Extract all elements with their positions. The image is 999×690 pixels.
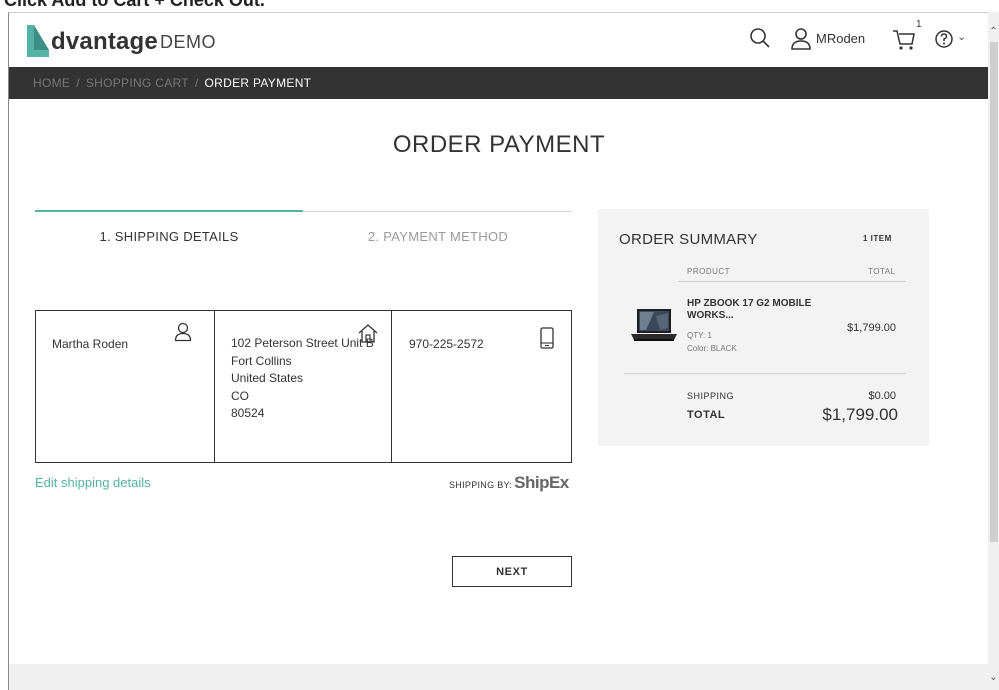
breadcrumb-separator: /	[194, 76, 199, 90]
shipping-cost-value: $0.00	[868, 390, 896, 402]
scrollbar-thumb[interactable]	[990, 42, 998, 542]
order-total-label: TOTAL	[687, 409, 726, 421]
shipping-name: Martha Roden	[52, 337, 129, 351]
site-header: dvantage DEMO MRoden 1 ⌄	[9, 13, 988, 67]
order-item-count: 1 ITEM	[863, 234, 892, 243]
column-header-total: TOTAL	[868, 267, 896, 276]
breadcrumb-shopping-cart[interactable]: SHOPPING CART	[86, 76, 189, 90]
vertical-scrollbar[interactable]: ⌃ ⌄	[988, 12, 999, 690]
scroll-down-icon[interactable]: ⌄	[988, 672, 999, 684]
shipping-phone: 970-225-2572	[409, 337, 484, 351]
breadcrumb-bar: HOME / SHOPPING CART / ORDER PAYMENT	[9, 67, 988, 99]
mobile-phone-icon	[540, 327, 554, 354]
order-summary: ORDER SUMMARY 1 ITEM PRODUCT TOTAL HP ZB…	[598, 209, 929, 446]
product-color: Color: BLACK	[687, 344, 737, 353]
chevron-down-icon[interactable]: ⌄	[957, 30, 966, 43]
user-icon	[174, 322, 192, 347]
shipping-cost-label: SHIPPING	[687, 391, 735, 401]
shipping-details-box: Martha Roden 102 Peterson Street Unit B …	[35, 310, 572, 463]
product-quantity: QTY: 1	[687, 331, 712, 340]
breadcrumb-current: ORDER PAYMENT	[204, 76, 312, 90]
steps-active-indicator	[35, 210, 303, 212]
screenshot-frame: Click Add to Cart + Check Out. dvantage …	[0, 0, 999, 690]
home-icon	[357, 322, 379, 349]
shipping-carrier: SHIPPING BY: ShipEx	[449, 473, 569, 493]
shipping-name-cell: Martha Roden	[36, 311, 215, 462]
breadcrumb-separator: /	[76, 76, 80, 90]
page-title: ORDER PAYMENT	[392, 131, 606, 158]
laptop-product-image[interactable]	[630, 308, 678, 347]
address-state: CO	[231, 388, 249, 403]
instruction-caption: Click Add to Cart + Check Out.	[4, 0, 265, 10]
next-button[interactable]: NEXT	[452, 556, 572, 587]
shipping-address-cell: 102 Peterson Street Unit B Fort Collins …	[215, 311, 392, 462]
help-icon[interactable]	[934, 29, 954, 54]
cart-icon[interactable]	[892, 29, 916, 56]
order-summary-title: ORDER SUMMARY	[619, 231, 758, 248]
user-icon[interactable]	[790, 27, 812, 56]
summary-divider	[678, 281, 906, 282]
product-price: $1,799.00	[847, 322, 896, 334]
shipping-brand-logo: ShipEx	[514, 473, 569, 492]
breadcrumb-home[interactable]: HOME	[33, 76, 70, 90]
order-total-value: $1,799.00	[822, 405, 898, 424]
address-zip: 80524	[231, 406, 265, 420]
tab-shipping-details[interactable]: 1. SHIPPING DETAILS	[35, 229, 303, 244]
logo-word: dvantage	[51, 28, 158, 55]
edit-shipping-details-link[interactable]: Edit shipping details	[35, 475, 151, 490]
column-header-product: PRODUCT	[687, 267, 731, 276]
browser-viewport: dvantage DEMO MRoden 1 ⌄ HOME / SHOPPING C…	[8, 12, 988, 690]
shipping-phone-cell: 970-225-2572	[392, 311, 571, 462]
logo-subtitle: DEMO	[159, 32, 216, 52]
site-logo[interactable]: dvantage DEMO	[27, 21, 216, 57]
cart-count-badge: 1	[916, 19, 922, 30]
tab-payment-method[interactable]: 2. PAYMENT METHOD	[304, 229, 572, 244]
shipping-by-label: SHIPPING BY:	[449, 480, 513, 490]
address-country: United States	[231, 371, 304, 385]
summary-divider	[624, 373, 906, 374]
user-name-link[interactable]: MRoden	[816, 31, 865, 46]
product-name-link[interactable]: HP ZBOOK 17 G2 MOBILE WORKS...	[687, 298, 837, 322]
footer-band	[9, 664, 988, 690]
breadcrumb: HOME / SHOPPING CART / ORDER PAYMENT	[33, 76, 311, 90]
scroll-up-icon[interactable]: ⌃	[988, 26, 999, 38]
logo-mark-icon	[27, 25, 49, 57]
search-icon[interactable]	[749, 27, 771, 54]
address-city: Fort Collins	[231, 353, 292, 368]
